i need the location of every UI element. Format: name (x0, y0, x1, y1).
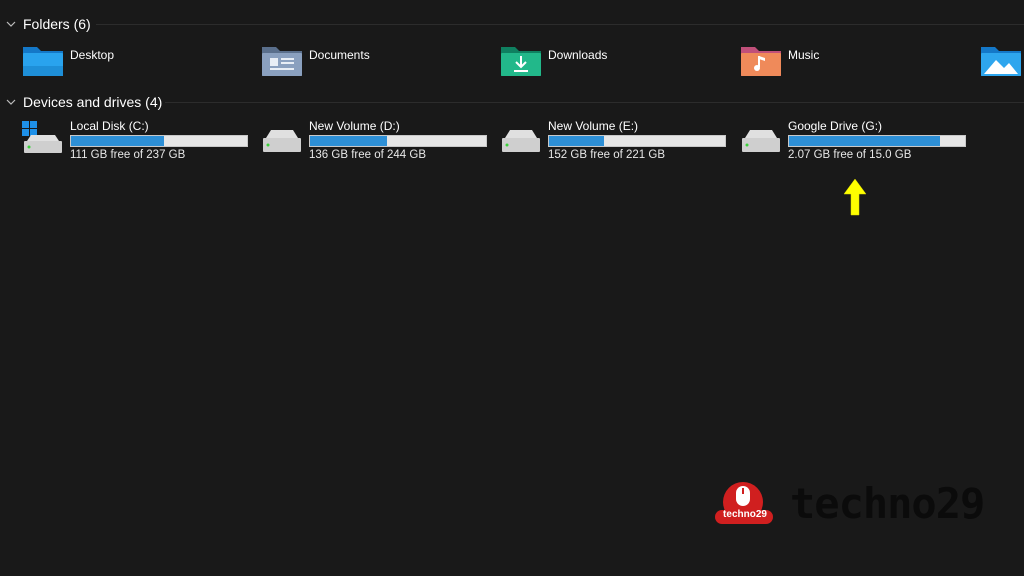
section-divider (165, 102, 1024, 103)
techno29-watermark: techno29 techno29 (712, 477, 985, 529)
section-divider (96, 24, 1024, 25)
drive-item-g[interactable]: Google Drive (G:) 2.07 GB free of 15.0 G… (740, 118, 972, 164)
drive-free-space: 2.07 GB free of 15.0 GB (788, 149, 912, 161)
drive-name: New Volume (D:) (309, 119, 400, 133)
hard-drive-icon (502, 130, 540, 152)
drive-free-space: 136 GB free of 244 GB (309, 149, 426, 161)
yellow-arrow-up-icon (843, 178, 867, 216)
drive-usage-bar (70, 135, 248, 147)
chevron-down-icon[interactable] (6, 97, 16, 107)
folders-section-header[interactable]: Folders (6) (0, 12, 1024, 36)
drive-usage-fill (71, 136, 165, 146)
folder-label: Music (788, 48, 820, 62)
drive-usage-bar (309, 135, 487, 147)
watermark-text: techno29 (790, 479, 985, 528)
drive-usage-bar (788, 135, 966, 147)
drive-name: Local Disk (C:) (70, 119, 149, 133)
drives-section-header[interactable]: Devices and drives (4) (0, 90, 1024, 114)
hard-drive-icon (263, 130, 301, 152)
drives-section-title: Devices and drives (4) (23, 94, 163, 110)
hard-drive-icon (742, 130, 780, 152)
documents-folder-icon (262, 47, 302, 76)
folder-label: Downloads (548, 48, 608, 62)
downloads-folder-icon (501, 47, 541, 76)
drive-usage-bar (548, 135, 726, 147)
drive-free-space: 152 GB free of 221 GB (548, 149, 665, 161)
drive-usage-fill (310, 136, 388, 146)
desktop-folder-icon (23, 47, 63, 76)
windows-drive-icon (22, 121, 62, 153)
drive-usage-fill (549, 136, 604, 146)
drive-item-d[interactable]: New Volume (D:) 136 GB free of 244 GB (261, 118, 493, 164)
music-folder-icon (741, 47, 781, 76)
pictures-folder-icon (981, 47, 1021, 76)
watermark-badge-text: techno29 (723, 509, 767, 520)
drive-item-e[interactable]: New Volume (E:) 152 GB free of 221 GB (500, 118, 732, 164)
drive-name: Google Drive (G:) (788, 119, 883, 133)
drive-usage-fill (789, 136, 941, 146)
drive-name: New Volume (E:) (548, 119, 639, 133)
folder-label: Desktop (70, 48, 115, 62)
drive-free-space: 111 GB free of 237 GB (70, 149, 186, 161)
folder-label: Documents (309, 48, 370, 62)
chevron-down-icon[interactable] (6, 19, 16, 29)
drive-item-c[interactable]: Local Disk (C:) 111 GB free of 237 GB (22, 118, 254, 164)
folders-section-title: Folders (6) (23, 16, 91, 32)
